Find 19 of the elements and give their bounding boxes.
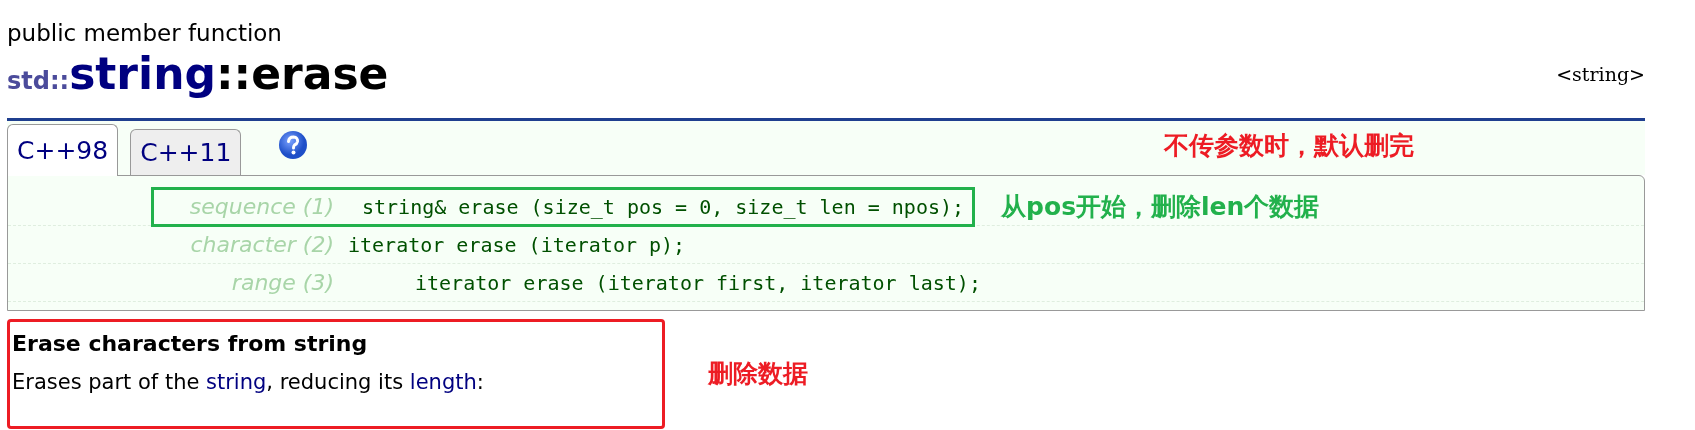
annotation-note: 删除数据 — [708, 358, 808, 391]
doc-link[interactable]: length — [409, 370, 477, 394]
page-title: std::string::erase — [7, 48, 389, 101]
member-kind-label: public member function — [7, 19, 282, 48]
overload-label: sequence (1) — [188, 193, 334, 221]
header-tag: <string> — [1556, 59, 1645, 88]
code-signature: iterator erase (iterator p); — [347, 231, 687, 259]
help-icon[interactable] — [277, 129, 310, 161]
overload-label: character (2) — [189, 231, 334, 259]
code-signature: string& erase (size_t pos = 0, size_t len = npos); — [361, 193, 966, 221]
overload-label: range (3) — [230, 269, 334, 297]
version-tab[interactable]: C++98 — [7, 124, 119, 176]
annotation-note: 不传参数时，默认删完 — [1164, 130, 1415, 163]
doc-link[interactable]: string — [206, 370, 267, 394]
version-tab[interactable]: C++11 — [130, 129, 242, 175]
annotation-note: 从pos开始，删除len个数据 — [1001, 190, 1320, 223]
code-signature: iterator erase (iterator first, iterator last); — [414, 269, 982, 297]
description-text: Erases part of the string, reducing its length: — [12, 369, 484, 396]
description-heading: Erase characters from string — [12, 330, 368, 358]
